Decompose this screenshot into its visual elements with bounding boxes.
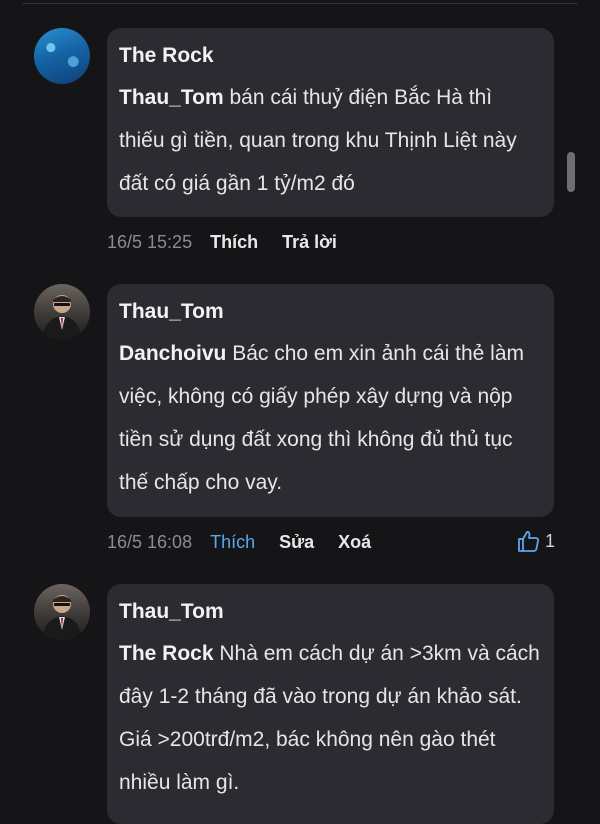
comment-meta: 16/5 16:08 Thích Sửa Xoá xyxy=(107,530,395,554)
scrollbar-thumb[interactable] xyxy=(567,152,575,192)
timestamp: 16/5 16:08 xyxy=(107,532,193,552)
mention[interactable]: The Rock xyxy=(119,642,214,665)
timestamp: 16/5 15:25 xyxy=(107,232,193,252)
mention[interactable]: Thau_Tom xyxy=(119,86,224,109)
like-button[interactable]: Thích xyxy=(210,530,255,554)
comment-bubble: Thau_Tom Danchoivu Bác cho em xin ảnh cá… xyxy=(107,284,554,517)
like-count-value: 1 xyxy=(544,530,555,551)
man-in-suit-avatar-icon xyxy=(42,595,82,640)
user-avatar[interactable] xyxy=(34,28,90,84)
reply-button[interactable]: Trả lời xyxy=(282,230,337,254)
like-count[interactable]: 1 xyxy=(517,530,555,552)
user-avatar[interactable] xyxy=(34,584,90,640)
comment-text: The Rock Nhà em cách dự án >3km và cách … xyxy=(119,632,542,804)
like-button[interactable]: Thích xyxy=(210,230,258,254)
comment-author[interactable]: The Rock xyxy=(119,42,542,70)
comment-meta: 16/5 15:25 Thích Trả lời xyxy=(107,230,361,254)
divider xyxy=(22,3,578,4)
edit-button[interactable]: Sửa xyxy=(279,530,314,554)
comment-author[interactable]: Thau_Tom xyxy=(119,298,542,326)
thumbs-up-icon xyxy=(518,531,539,552)
comment-bubble: The Rock Thau_Tom bán cái thuỷ điện Bắc … xyxy=(107,28,554,217)
comment-bubble: Thau_Tom The Rock Nhà em cách dự án >3km… xyxy=(107,584,554,824)
delete-button[interactable]: Xoá xyxy=(338,530,371,554)
comment-text: Danchoivu Bác cho em xin ảnh cái thẻ làm… xyxy=(119,332,542,504)
man-in-suit-avatar-icon xyxy=(42,295,82,340)
comment-text: Thau_Tom bán cái thuỷ điện Bắc Hà thì th… xyxy=(119,76,542,205)
comment-author[interactable]: Thau_Tom xyxy=(119,598,542,626)
mention[interactable]: Danchoivu xyxy=(119,342,226,365)
user-avatar[interactable] xyxy=(34,284,90,340)
